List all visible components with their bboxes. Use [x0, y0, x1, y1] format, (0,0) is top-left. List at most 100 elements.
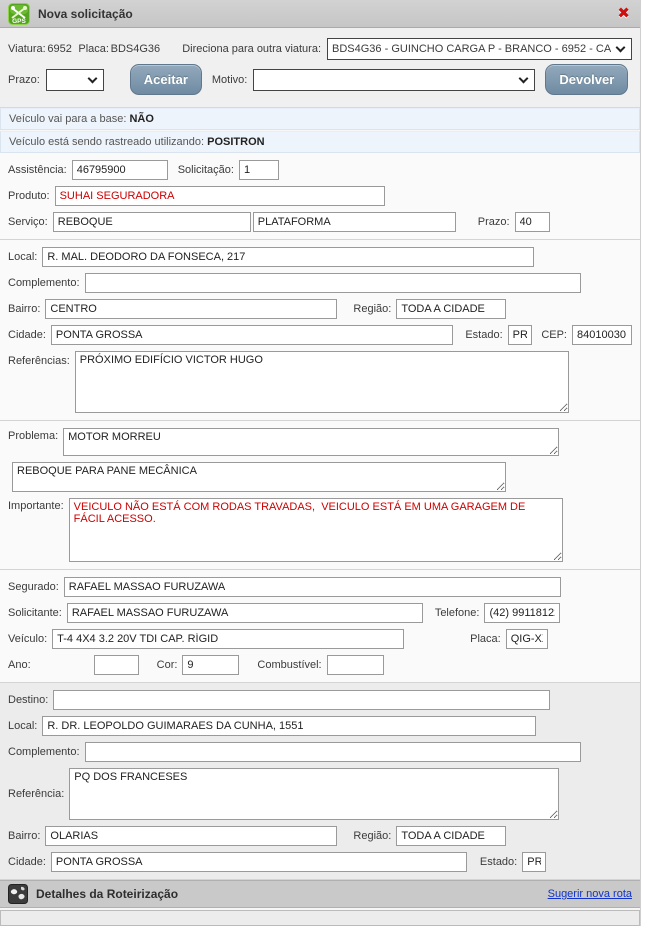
origin-cep-field[interactable]	[572, 325, 632, 345]
veiculo-placa-label: Placa:	[470, 633, 501, 645]
close-icon[interactable]: ✖	[617, 4, 630, 22]
servico-label: Serviço:	[8, 216, 48, 228]
motivo-select[interactable]	[253, 69, 535, 91]
origin-estado-label: Estado:	[465, 329, 502, 341]
origin-local-label: Local:	[8, 251, 37, 263]
page-title: Nova solicitação	[38, 7, 133, 21]
ano-label: Ano:	[8, 659, 31, 671]
dest-bairro-label: Bairro:	[8, 830, 40, 842]
base-value: NÃO	[129, 113, 153, 125]
prazo-select[interactable]	[46, 69, 104, 91]
importante-label: Importante:	[8, 500, 64, 512]
direciona-select[interactable]: BDS4G36 - GUINCHO CARGA P - BRANCO - 695…	[327, 38, 632, 60]
dest-estado-field[interactable]	[522, 852, 546, 872]
origin-referencias-label: Referências:	[8, 355, 70, 367]
dispatch-controls: Viatura: 6952 Placa: BDS4G36 Direciona p…	[0, 28, 640, 108]
viatura-value: 6952	[47, 43, 71, 55]
destination-section: Destino: Local: Complemento: Referência:…	[0, 683, 640, 880]
aceitar-button[interactable]: Aceitar	[130, 64, 202, 95]
dest-regiao-field[interactable]	[396, 826, 506, 846]
dest-regiao-label: Região:	[353, 830, 391, 842]
direciona-label: Direciona para outra viatura:	[182, 43, 321, 55]
dest-referencia-label: Referência:	[8, 788, 64, 800]
viatura-label: Viatura:	[8, 43, 46, 55]
direciona-selected-value: BDS4G36 - GUINCHO CARGA P - BRANCO - 695…	[332, 43, 611, 55]
origin-regiao-label: Região:	[353, 303, 391, 315]
segurado-label: Segurado:	[8, 581, 59, 593]
dest-complemento-field[interactable]	[85, 742, 581, 762]
solicitante-label: Solicitante:	[8, 607, 62, 619]
problema-label: Problema:	[8, 430, 58, 442]
destino-field[interactable]	[53, 690, 550, 710]
solicitacao-label: Solicitação:	[178, 164, 234, 176]
veiculo-field[interactable]	[52, 629, 404, 649]
importante-field[interactable]: VEICULO NÃO ESTÁ COM RODAS TRAVADAS, VEI…	[69, 498, 563, 562]
produto-field[interactable]	[55, 186, 385, 206]
chevron-down-icon	[616, 43, 626, 53]
globe-map-icon	[8, 884, 28, 904]
origin-referencias-field[interactable]: PRÓXIMO EDIFÍCIO VICTOR HUGO	[75, 351, 569, 413]
prazo-field[interactable]	[515, 212, 550, 232]
origin-complemento-label: Complemento:	[8, 277, 80, 289]
motivo-label: Motivo:	[212, 74, 247, 86]
dest-complemento-label: Complemento:	[8, 746, 80, 758]
assistencia-label: Assistência:	[8, 164, 67, 176]
origin-cep-label: CEP:	[541, 329, 567, 341]
dest-local-field[interactable]	[42, 716, 536, 736]
origin-estado-field[interactable]	[508, 325, 532, 345]
origin-regiao-field[interactable]	[396, 299, 506, 319]
combustivel-field[interactable]	[327, 655, 384, 675]
prazo-label: Prazo:	[478, 216, 510, 228]
routing-details-panel	[0, 910, 640, 926]
dest-local-label: Local:	[8, 720, 37, 732]
veiculo-label: Veículo:	[8, 633, 47, 645]
problema-detalhe-field[interactable]: REBOQUE PARA PANE MECÂNICA	[12, 462, 506, 492]
origin-bairro-field[interactable]	[45, 299, 337, 319]
routing-header: Detalhes da Roteirização Sugerir nova ro…	[0, 880, 640, 908]
dest-estado-label: Estado:	[480, 856, 517, 868]
servico-field[interactable]	[53, 212, 251, 232]
dest-cidade-field[interactable]	[51, 852, 467, 872]
servico-tipo-field[interactable]	[253, 212, 456, 232]
placa-value: BDS4G36	[111, 43, 161, 55]
tracking-label: Veículo está sendo rastreado utilizando:	[9, 136, 204, 148]
devolver-button[interactable]: Devolver	[545, 64, 628, 95]
veiculo-placa-field[interactable]	[506, 629, 548, 649]
solicitante-field[interactable]	[67, 603, 423, 623]
cor-label: Cor:	[157, 659, 178, 671]
title-bar: GPS Nova solicitação ✖	[0, 0, 640, 28]
produto-label: Produto:	[8, 190, 50, 202]
prazo-select-label: Prazo:	[8, 74, 40, 86]
dest-cidade-label: Cidade:	[8, 856, 46, 868]
problema-field[interactable]: MOTOR MORREU	[63, 428, 559, 456]
request-section: Assistência: Solicitação: Produto: Servi…	[0, 153, 640, 240]
gps-app-icon: GPS	[8, 3, 30, 25]
ano-field[interactable]	[94, 655, 139, 675]
chevron-down-icon	[87, 73, 97, 83]
combustivel-label: Combustível:	[257, 659, 321, 671]
placa-label: Placa:	[78, 43, 109, 55]
chevron-down-icon	[519, 73, 529, 83]
origin-complemento-field[interactable]	[85, 273, 581, 293]
tracking-value: POSITRON	[207, 136, 264, 148]
dest-bairro-field[interactable]	[45, 826, 337, 846]
solicitacao-field[interactable]	[239, 160, 279, 180]
base-label: Veículo vai para a base:	[9, 113, 126, 125]
routing-title: Detalhes da Roteirização	[36, 887, 178, 901]
telefone-field[interactable]	[484, 603, 560, 623]
svg-text:GPS: GPS	[12, 18, 26, 25]
suggest-route-link[interactable]: Sugerir nova rota	[548, 888, 632, 900]
origin-cidade-field[interactable]	[51, 325, 453, 345]
client-section: Segurado: Solicitante: Telefone: Veículo…	[0, 570, 640, 683]
origin-bairro-label: Bairro:	[8, 303, 40, 315]
dest-referencia-field[interactable]: PQ DOS FRANCESES	[69, 768, 559, 820]
new-request-window: GPS Nova solicitação ✖ Viatura: 6952 Pla…	[0, 0, 641, 926]
base-info-bar: Veículo vai para a base: NÃO	[0, 108, 640, 130]
telefone-label: Telefone:	[435, 607, 480, 619]
origin-section: Local: Complemento: Bairro: Região: Cida…	[0, 240, 640, 421]
origin-local-field[interactable]	[42, 247, 534, 267]
assistencia-field[interactable]	[72, 160, 168, 180]
cor-field[interactable]	[182, 655, 239, 675]
problem-section: Problema: MOTOR MORREU REBOQUE PARA PANE…	[0, 421, 640, 570]
segurado-field[interactable]	[64, 577, 561, 597]
